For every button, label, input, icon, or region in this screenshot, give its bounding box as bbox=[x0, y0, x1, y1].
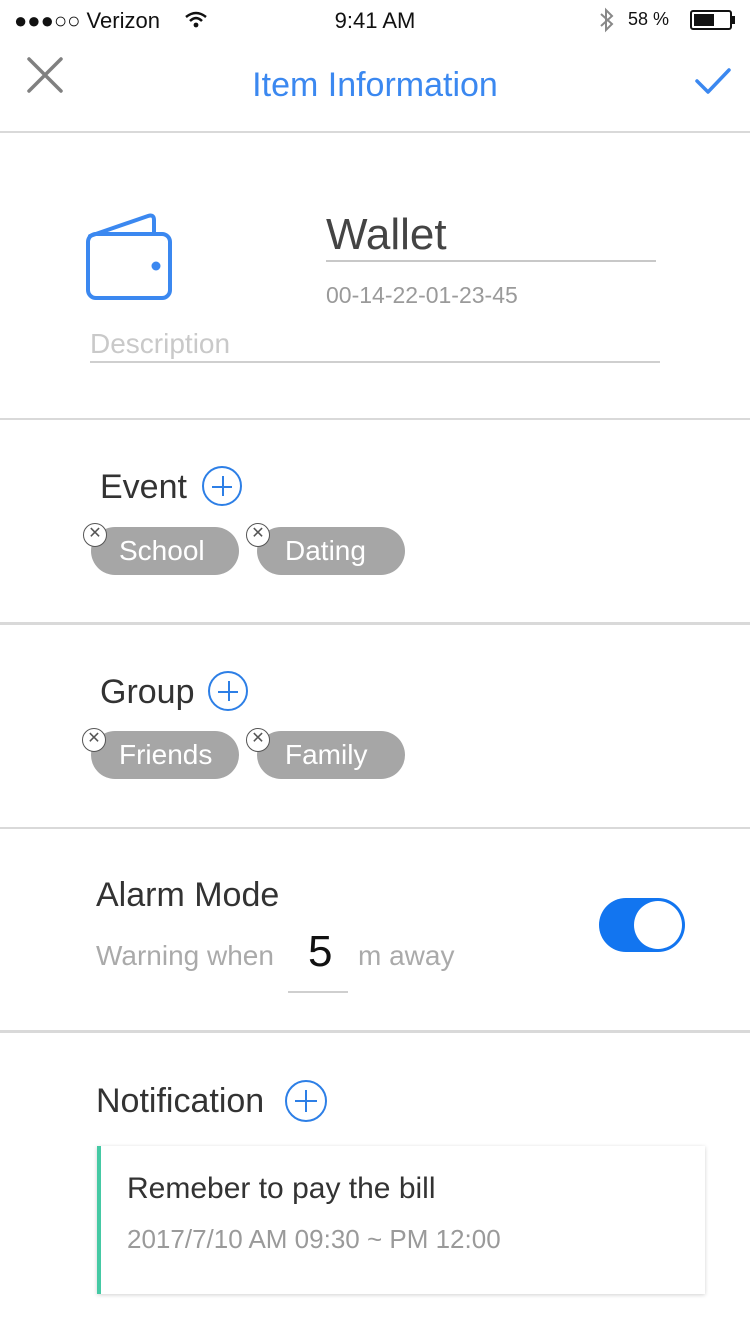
remove-tag-icon[interactable]: ✕ bbox=[246, 728, 270, 752]
group-title: Group bbox=[100, 673, 195, 711]
alarm-title: Alarm Mode bbox=[96, 876, 280, 914]
add-event-button[interactable] bbox=[202, 466, 242, 506]
notification-title: Notification bbox=[96, 1082, 265, 1120]
item-name-field[interactable]: Wallet bbox=[326, 210, 447, 260]
section-divider bbox=[0, 622, 750, 625]
event-tag-dating[interactable]: Dating bbox=[257, 527, 405, 575]
distance-input[interactable]: 5 bbox=[308, 927, 332, 977]
warning-prefix: Warning when bbox=[96, 940, 274, 971]
notification-text: Remeber to pay the bill bbox=[127, 1172, 436, 1205]
add-notification-button[interactable] bbox=[285, 1080, 327, 1122]
warning-suffix: m away bbox=[358, 940, 455, 971]
distance-underline bbox=[288, 991, 348, 993]
section-divider bbox=[0, 1030, 750, 1033]
group-tag-friends[interactable]: Friends bbox=[91, 731, 239, 779]
remove-tag-icon[interactable]: ✕ bbox=[246, 523, 270, 547]
bluetooth-icon bbox=[600, 7, 614, 33]
item-mac-address: 00-14-22-01-23-45 bbox=[326, 282, 518, 308]
group-tag-family[interactable]: Family bbox=[257, 731, 405, 779]
description-field[interactable]: Description bbox=[90, 328, 230, 360]
add-group-button[interactable] bbox=[208, 671, 248, 711]
alarm-toggle[interactable] bbox=[599, 898, 685, 952]
remove-tag-icon[interactable]: ✕ bbox=[82, 728, 106, 752]
battery-tip bbox=[732, 16, 735, 24]
section-divider bbox=[0, 418, 750, 420]
event-title: Event bbox=[100, 468, 187, 506]
item-name-underline bbox=[326, 260, 656, 262]
event-tag-school[interactable]: School bbox=[91, 527, 239, 575]
notification-time: 2017/7/10 AM 09:30 ~ PM 12:00 bbox=[127, 1224, 501, 1254]
battery-percent: 58 % bbox=[628, 9, 670, 29]
wallet-icon[interactable] bbox=[84, 212, 174, 302]
section-divider bbox=[0, 827, 750, 829]
checkmark-icon[interactable] bbox=[694, 66, 732, 96]
toggle-knob bbox=[634, 901, 682, 949]
description-underline bbox=[90, 361, 660, 363]
notification-card[interactable]: Remeber to pay the bill 2017/7/10 AM 09:… bbox=[97, 1146, 705, 1294]
notification-accent-bar bbox=[97, 1146, 101, 1294]
battery-fill bbox=[694, 14, 714, 26]
remove-tag-icon[interactable]: ✕ bbox=[83, 523, 107, 547]
nav-divider bbox=[0, 131, 750, 133]
status-bar: ●●●○○ Verizon 9:41 AM 58 % bbox=[0, 0, 750, 40]
page-title: Item Information bbox=[252, 66, 498, 104]
battery-icon bbox=[690, 10, 732, 30]
